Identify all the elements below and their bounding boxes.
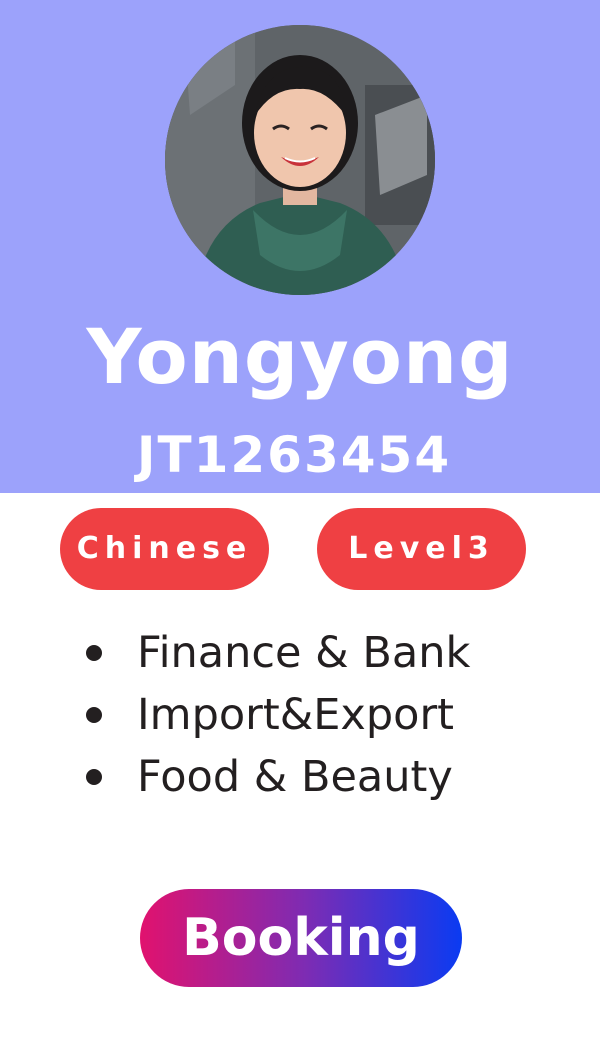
specialty-label: Food & Beauty [137, 752, 453, 802]
avatar [165, 25, 435, 295]
list-item: Import&Export [80, 684, 470, 746]
specialty-list: Finance & Bank Import&Export Food & Beau… [80, 622, 470, 808]
specialty-label: Import&Export [137, 690, 454, 740]
avatar-photo [165, 25, 435, 295]
language-badge: Chinese [60, 508, 269, 590]
list-item: Food & Beauty [80, 746, 470, 808]
profile-header: Yongyong JT1263454 [0, 0, 600, 493]
bullet-icon [86, 645, 102, 661]
list-item: Finance & Bank [80, 622, 470, 684]
bullet-icon [86, 769, 102, 785]
booking-button[interactable]: Booking [140, 889, 462, 987]
bullet-icon [86, 707, 102, 723]
agent-name: Yongyong [86, 312, 514, 401]
agent-id: JT1263454 [136, 426, 452, 484]
level-badge: Level3 [317, 508, 526, 590]
specialty-label: Finance & Bank [137, 628, 471, 678]
